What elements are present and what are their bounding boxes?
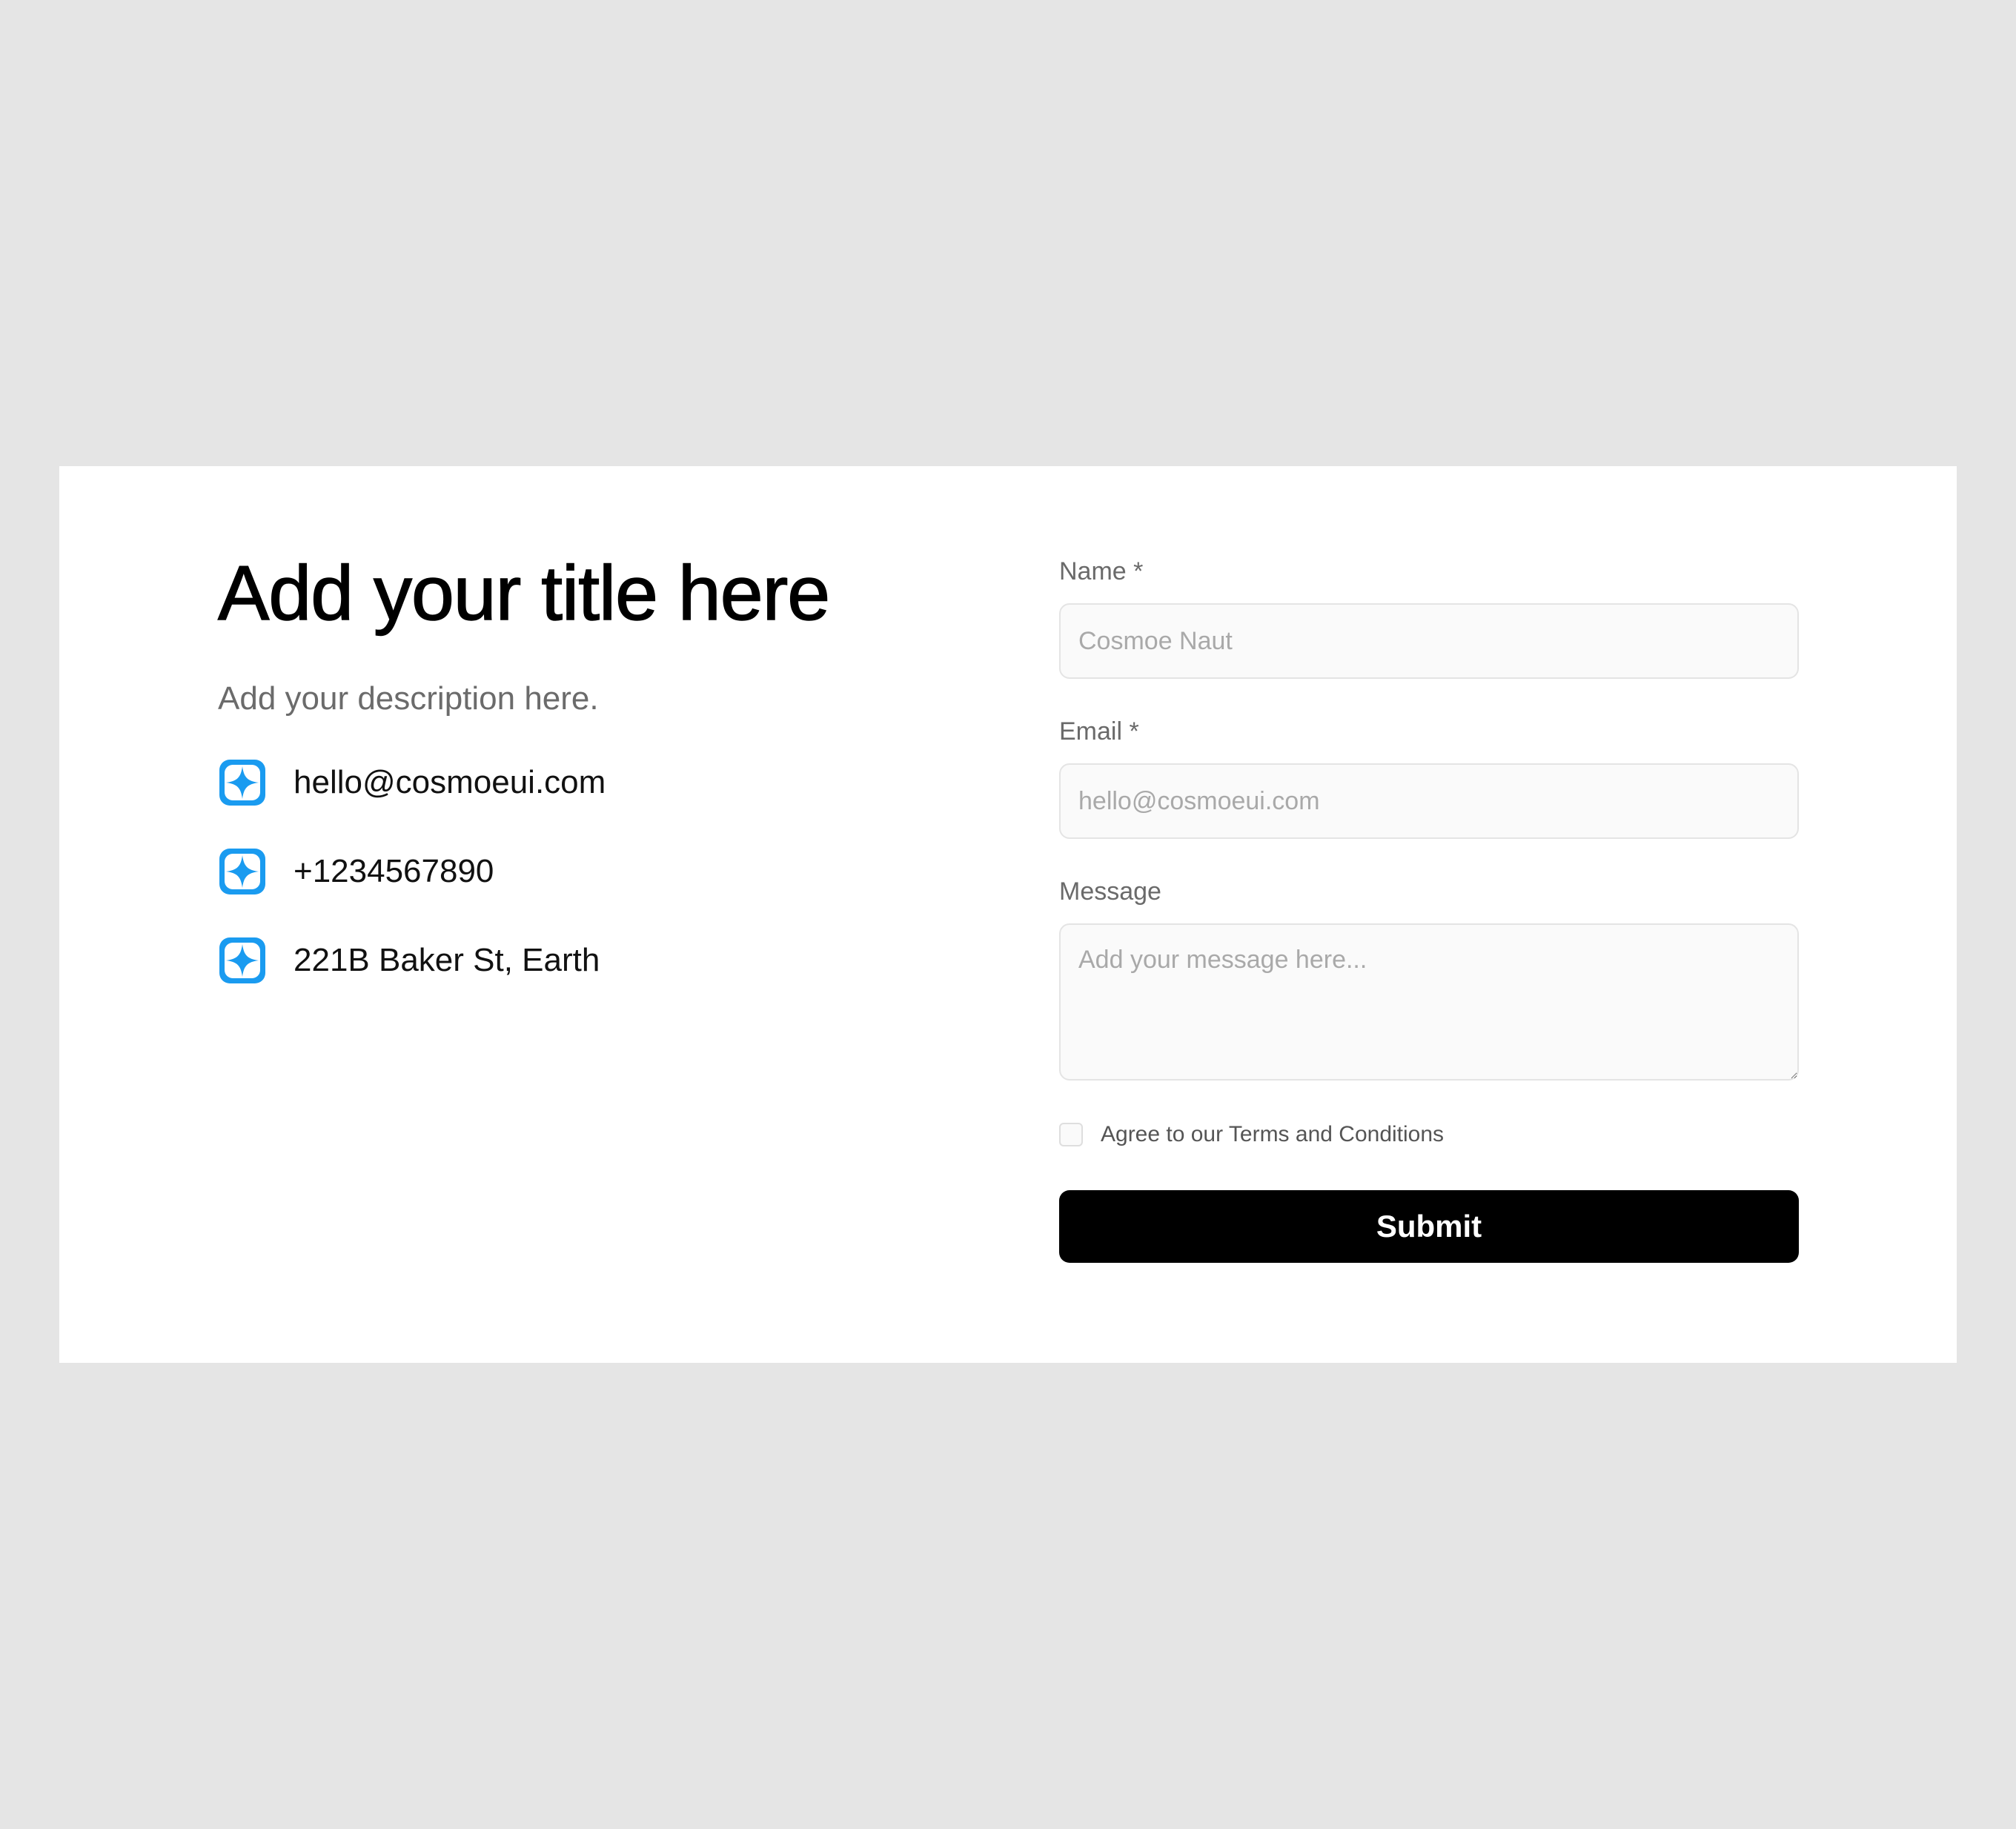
name-field-group: Name * xyxy=(1059,559,1799,679)
contact-form: Name * Email * Message Agree to our Term… xyxy=(1059,559,1799,1263)
name-label: Name * xyxy=(1059,557,1144,585)
terms-checkbox[interactable] xyxy=(1059,1123,1083,1146)
contact-info: Add your title here Add your description… xyxy=(217,551,959,1023)
contact-address-item: 221B Baker St, Earth xyxy=(218,935,959,986)
sparkle-icon xyxy=(219,760,265,806)
contact-phone: +1234567890 xyxy=(294,853,494,889)
page-title: Add your title here xyxy=(217,551,831,637)
terms-row: Agree to our Terms and Conditions xyxy=(1059,1122,1799,1147)
submit-button[interactable]: Submit xyxy=(1059,1190,1799,1263)
page-description: Add your description here. xyxy=(218,680,599,717)
contact-email: hello@cosmoeui.com xyxy=(294,764,606,800)
contact-phone-item: +1234567890 xyxy=(218,846,959,897)
contact-address: 221B Baker St, Earth xyxy=(294,942,600,978)
contact-card: Add your title here Add your description… xyxy=(59,466,1957,1363)
sparkle-icon xyxy=(219,937,265,983)
email-field-group: Email * xyxy=(1059,719,1799,839)
email-label: Email * xyxy=(1059,717,1139,746)
message-label: Message xyxy=(1059,877,1161,906)
email-input[interactable] xyxy=(1059,763,1799,839)
message-field-group: Message xyxy=(1059,879,1799,1081)
sparkle-icon xyxy=(219,849,265,894)
message-textarea[interactable] xyxy=(1059,923,1799,1081)
terms-label[interactable]: Agree to our Terms and Conditions xyxy=(1101,1123,1444,1146)
name-input[interactable] xyxy=(1059,603,1799,679)
contact-email-item: hello@cosmoeui.com xyxy=(218,757,959,809)
contact-list: hello@cosmoeui.com +1234567890 221B Bake… xyxy=(218,757,959,986)
